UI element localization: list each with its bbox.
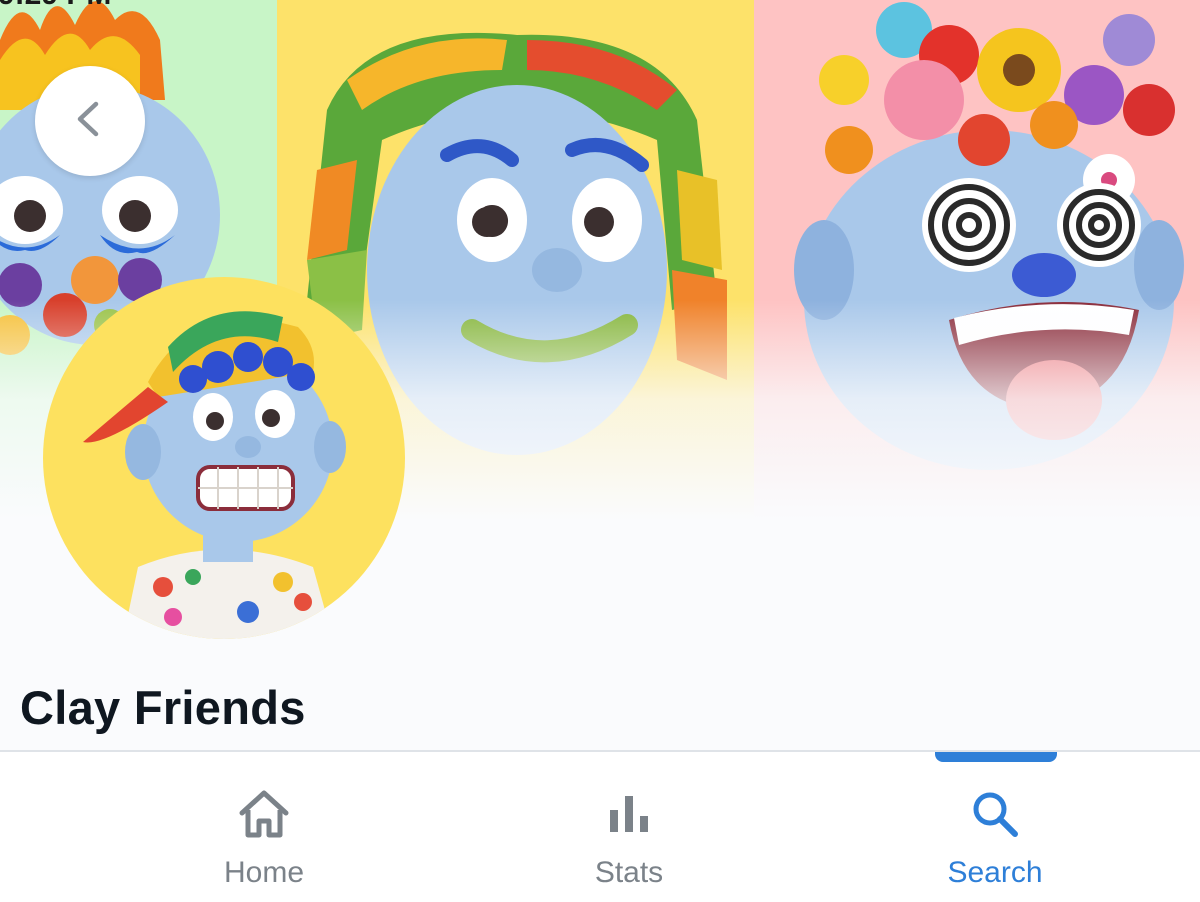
home-icon xyxy=(237,786,291,842)
nav-search[interactable]: Search xyxy=(875,752,1115,902)
nav-home-label: Home xyxy=(223,856,305,889)
nav-stats[interactable]: Stats xyxy=(509,752,749,902)
nav-home[interactable]: Home xyxy=(144,752,384,902)
nav-stats-label: Stats xyxy=(594,856,664,889)
status-time: 9:29 PM xyxy=(0,0,111,12)
collection-avatar xyxy=(43,277,405,639)
back-button[interactable] xyxy=(35,66,145,176)
search-icon xyxy=(970,786,1020,842)
collection-title: Clay Friends xyxy=(20,681,306,734)
chevron-left-icon xyxy=(70,99,110,144)
bottom-navigation: Home Stats Search xyxy=(0,750,1200,902)
nav-search-label: Search xyxy=(947,856,1043,889)
bar-chart-icon xyxy=(608,786,650,842)
